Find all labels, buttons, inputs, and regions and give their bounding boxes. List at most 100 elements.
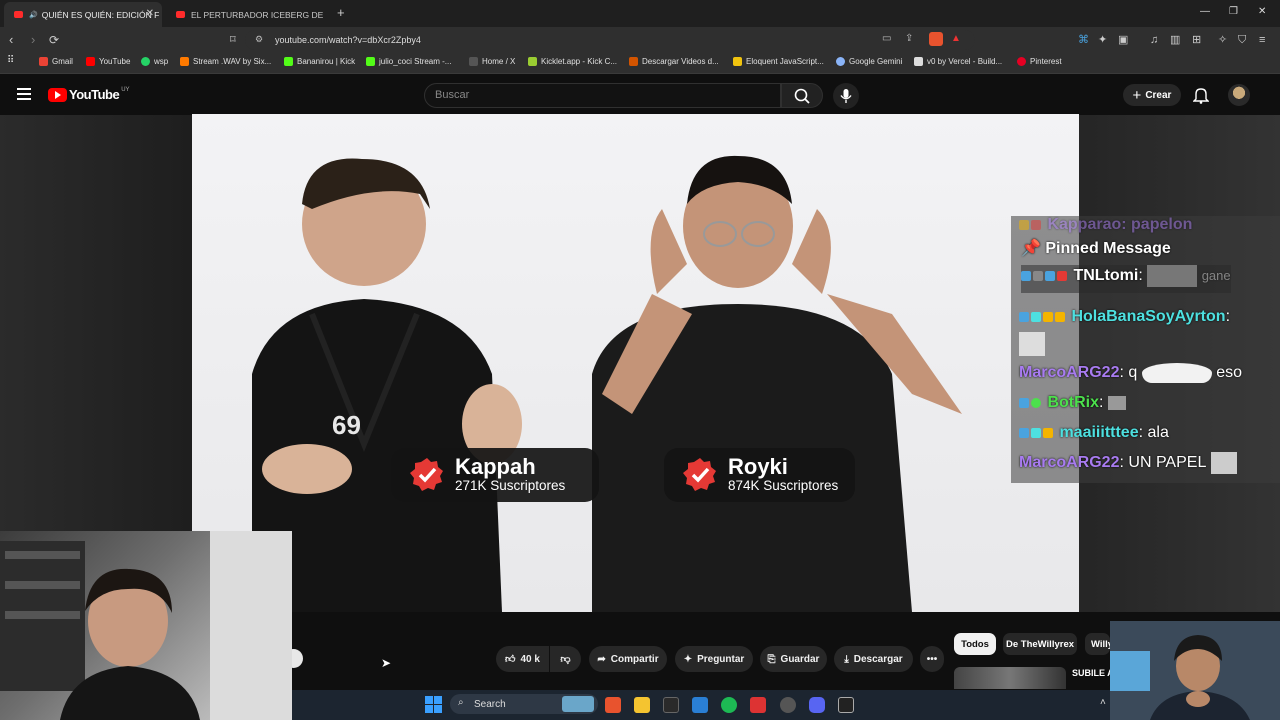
verified-check-icon: [410, 458, 443, 491]
youtube-play-icon: [48, 87, 67, 102]
capcut-icon[interactable]: [838, 697, 854, 713]
verified-check-icon: [683, 458, 716, 491]
reading-list-icon[interactable]: ▥: [1170, 33, 1180, 47]
chat-emote-image: [1210, 452, 1237, 474]
ask-button[interactable]: ✦ Preguntar: [675, 646, 753, 672]
video-frame-people: 69: [252, 155, 962, 612]
kicklet-icon: [528, 57, 537, 66]
recommendation-title[interactable]: SUBILE A: [1072, 668, 1114, 678]
brave-taskbar-icon[interactable]: [605, 697, 621, 713]
bookmark-item[interactable]: wsp: [141, 57, 168, 66]
bookmark-item[interactable]: Google Gemini: [836, 57, 902, 66]
thumbs-up-icon: 👍︎: [505, 654, 516, 665]
bookmark-item[interactable]: YouTube: [86, 57, 130, 66]
url-field[interactable]: ⚙ youtube.com/watch?v=dbXcr2Zpby4 ▭ ⇪ ▲: [245, 30, 975, 50]
creator-name: Royki: [728, 454, 788, 479]
apps-grid-icon[interactable]: ⠿: [7, 55, 14, 66]
search-highlight-image: [562, 696, 594, 712]
recommendation-thumbnail[interactable]: [954, 667, 1066, 689]
vpn-icon[interactable]: ⛉: [1238, 33, 1246, 47]
youtube-favicon-icon: [14, 11, 23, 18]
share-arrow-icon: ➦: [597, 653, 606, 665]
maximize-icon[interactable]: ❐: [1229, 6, 1238, 17]
youtube-favicon-icon: [176, 11, 185, 18]
more-actions-button[interactable]: •••: [920, 646, 944, 672]
bookmark-item[interactable]: Home / X: [469, 57, 515, 66]
bookmarks-bar: ⠿ Gmail YouTube wsp Stream .WAV by Six..…: [0, 53, 1280, 74]
sidebar-toggle-icon[interactable]: ▣: [1118, 33, 1128, 47]
tab-active[interactable]: 🔊 QUIÉN ES QUIÉN: EDICIÓN F ✕: [4, 2, 162, 27]
youtube-logo[interactable]: YouTube UY: [48, 87, 130, 102]
back-icon[interactable]: ‹: [9, 33, 13, 47]
reload-icon[interactable]: ⟳: [49, 33, 59, 47]
menu-icon[interactable]: ≡: [1259, 33, 1265, 47]
bookmark-item[interactable]: v0 by Vercel - Build...: [914, 57, 1002, 66]
leo-ai-icon[interactable]: ✧: [1218, 33, 1227, 47]
chat-message: MarcoARG22: UN PAPEL: [1019, 452, 1237, 474]
wallet-icon[interactable]: ⊞: [1192, 33, 1201, 47]
save-button[interactable]: ⎘ Guardar: [760, 646, 827, 672]
dislike-button[interactable]: 👎︎: [550, 646, 581, 672]
video-player[interactable]: 69 Kappah 271K Suscriptores Royki 874K S…: [192, 114, 1079, 612]
chat-emote-image: [1107, 395, 1126, 410]
bookmark-item[interactable]: Stream .WAV by Six...: [180, 57, 271, 66]
download-button[interactable]: ⤓ Descargar: [834, 646, 913, 672]
chip-thewillyrex[interactable]: De TheWillyrex: [1003, 633, 1077, 655]
close-tab-icon[interactable]: ✕: [146, 8, 154, 19]
bookmark-icon[interactable]: ⌑: [230, 33, 236, 47]
sparkle-icon: ✦: [683, 653, 693, 665]
taskbar-search[interactable]: ⌕ Search: [450, 694, 598, 714]
notifications-bell-icon[interactable]: [1192, 86, 1210, 109]
share-button[interactable]: ➦ Compartir: [589, 646, 667, 672]
bookmark-item[interactable]: julio_coci Stream -...: [366, 57, 451, 66]
cast-icon[interactable]: ▭: [882, 33, 891, 44]
tab-label: EL PERTURBADOR ICEBERG DE LOS J: [191, 9, 326, 20]
create-button[interactable]: + Crear: [1123, 84, 1181, 106]
brave-rewards-icon[interactable]: ▲: [951, 33, 961, 44]
bookmark-item[interactable]: Bananirou | Kick: [284, 57, 355, 66]
bookmark-item[interactable]: Descargar Videos d...: [629, 57, 719, 66]
site-info-icon[interactable]: ⚙: [255, 34, 263, 45]
search-input[interactable]: Buscar: [424, 83, 781, 108]
app-taskbar-icon[interactable]: [663, 697, 679, 713]
bookmark-item[interactable]: Gmail: [39, 57, 73, 66]
like-button[interactable]: 👍︎ 40 k: [496, 646, 549, 672]
bookmark-item[interactable]: Kicklet.app - Kick C...: [528, 57, 617, 66]
chip-all[interactable]: Todos: [954, 633, 996, 655]
obs-icon[interactable]: [780, 697, 796, 713]
brave-shield-icon[interactable]: [929, 32, 943, 46]
bookmark-item[interactable]: Pinterest: [1017, 57, 1062, 66]
tab-inactive[interactable]: EL PERTURBADOR ICEBERG DE LOS J: [166, 2, 326, 27]
search-icon: [794, 88, 810, 104]
tray-chevron-icon[interactable]: ˄: [1100, 697, 1106, 708]
speaker-icon: 🔊: [29, 11, 38, 19]
vercel-icon: [914, 57, 923, 66]
media-icon[interactable]: ♫: [1150, 33, 1158, 47]
search-button[interactable]: [781, 83, 823, 108]
windows-start-icon[interactable]: [425, 696, 442, 713]
voice-search-button[interactable]: [833, 83, 859, 109]
chat-message: HolaBanaSoyAyrton:: [1019, 308, 1230, 326]
chip-willy[interactable]: Willy: [1085, 633, 1110, 655]
kick-icon: [366, 57, 375, 66]
forward-icon[interactable]: ›: [31, 33, 35, 47]
share-page-icon[interactable]: ⇪: [905, 33, 913, 44]
hamburger-menu-icon[interactable]: [17, 88, 31, 100]
discord-icon[interactable]: [809, 697, 825, 713]
bookmark-item[interactable]: Eloquent JavaScript...: [733, 57, 824, 66]
avatar[interactable]: [1228, 84, 1250, 106]
minimize-icon[interactable]: —: [1200, 6, 1210, 17]
youtube-icon: [86, 57, 95, 66]
close-window-icon[interactable]: ✕: [1258, 6, 1266, 17]
extensions-puzzle-icon[interactable]: ✦: [1098, 33, 1107, 47]
voicemeeter-icon[interactable]: [750, 697, 766, 713]
x-icon: [469, 57, 478, 66]
spotify-icon[interactable]: [721, 697, 737, 713]
file-explorer-icon[interactable]: [634, 697, 650, 713]
whatsapp-icon: [141, 57, 150, 66]
new-tab-button[interactable]: +: [337, 5, 345, 20]
pinned-message-header: 📌 Pinned Message: [1021, 240, 1171, 257]
youtube-header: YouTube UY Buscar + Crear: [0, 75, 1280, 115]
extension-icon[interactable]: ⌘: [1078, 33, 1089, 47]
store-taskbar-icon[interactable]: [692, 697, 708, 713]
